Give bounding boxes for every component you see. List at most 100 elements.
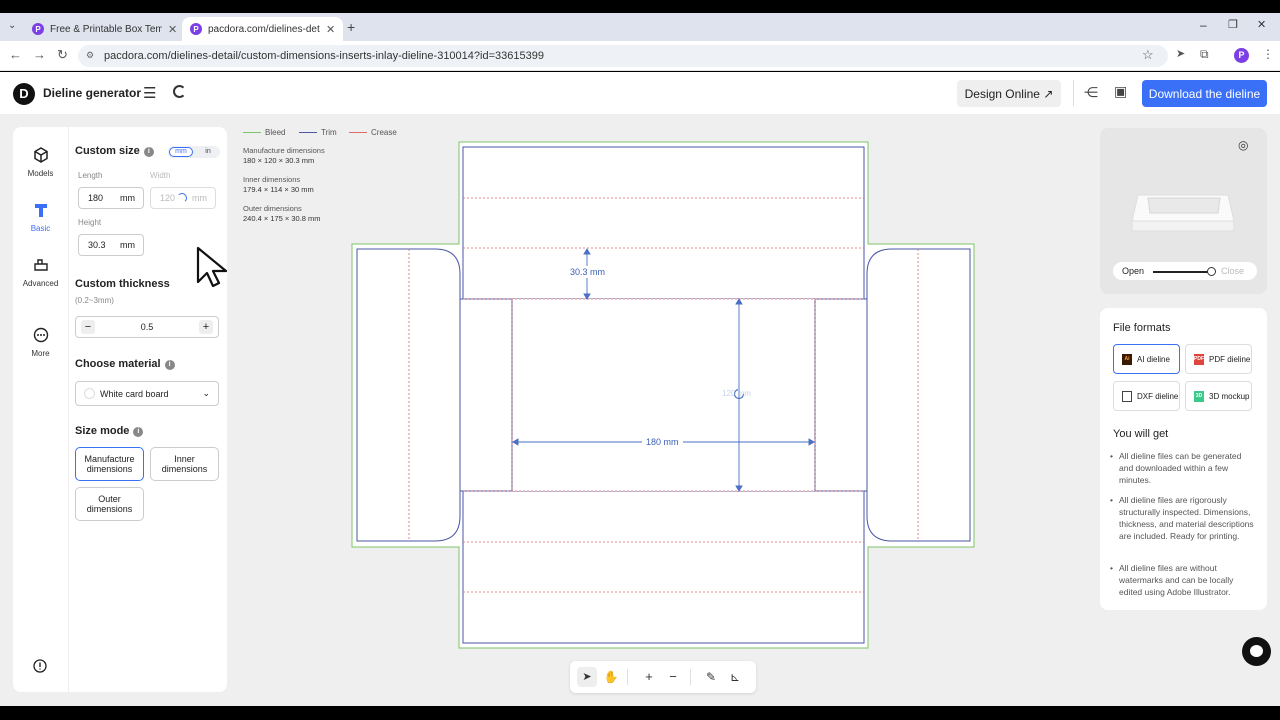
mode-manufacture-button[interactable]: Manufacture dimensions bbox=[75, 447, 144, 481]
tab-title: pacdora.com/dielines-detail/ bbox=[208, 23, 320, 35]
material-swatch bbox=[84, 388, 95, 399]
open-label: Open bbox=[1122, 266, 1145, 276]
material-select[interactable]: White card board ⌄ bbox=[75, 381, 219, 406]
share-icon[interactable]: ⋲ bbox=[1084, 84, 1098, 101]
thickness-range: (0.2~3mm) bbox=[75, 296, 114, 305]
ruler-icon bbox=[34, 204, 47, 217]
width-dimension-label: 120 mm bbox=[722, 389, 751, 398]
send-icon[interactable]: ➤ bbox=[1176, 47, 1185, 60]
close-tab-icon[interactable]: ✕ bbox=[168, 23, 177, 36]
app-header: D Dieline generator ☰ Design Online ↗ ⋲ … bbox=[0, 72, 1280, 114]
custom-size-heading: Custom size i bbox=[75, 145, 154, 157]
choose-material-heading: Choose material i bbox=[75, 358, 175, 370]
nav-item-basic[interactable]: Basic bbox=[13, 202, 68, 233]
unit-in-option[interactable]: in bbox=[198, 147, 218, 157]
width-input[interactable]: 120 mm bbox=[150, 187, 216, 209]
measure-icon[interactable]: ⊾ bbox=[725, 667, 745, 687]
length-label: Length bbox=[78, 171, 103, 180]
url-input[interactable]: ⚙ pacdora.com/dielines-detail/custom-dim… bbox=[78, 45, 1168, 67]
ai-dieline-button[interactable]: Ai AI dieline bbox=[1113, 344, 1180, 374]
left-nav: Models Basic Advanced More bbox=[13, 127, 68, 692]
archive-icon[interactable]: ▣ bbox=[1114, 83, 1127, 100]
forward-icon[interactable]: → bbox=[33, 47, 46, 62]
nav-item-models[interactable]: Models bbox=[13, 147, 68, 178]
tab-box-templates[interactable]: P Free & Printable Box Templat ✕ bbox=[24, 17, 185, 41]
toolbar-divider bbox=[627, 669, 628, 685]
browser-menu-icon[interactable]: ⋮ bbox=[1262, 47, 1274, 61]
thickness-value[interactable]: 0.5 bbox=[141, 322, 154, 332]
width-label: Width bbox=[150, 171, 171, 180]
url-text: pacdora.com/dielines-detail/custom-dimen… bbox=[104, 50, 544, 62]
nav-item-advanced[interactable]: Advanced bbox=[13, 257, 68, 288]
toolbar-divider bbox=[690, 669, 691, 685]
profile-avatar[interactable]: P bbox=[1234, 48, 1249, 63]
help-icon[interactable] bbox=[33, 659, 47, 673]
menu-icon[interactable]: ☰ bbox=[143, 84, 156, 102]
app: D Dieline generator ☰ Design Online ↗ ⋲ … bbox=[0, 72, 1280, 706]
nav-label: Advanced bbox=[22, 279, 59, 288]
3d-mockup-button[interactable]: 3D 3D mockup bbox=[1185, 381, 1252, 411]
open-close-slider[interactable]: Open Close bbox=[1113, 262, 1257, 280]
minimize-icon[interactable]: – bbox=[1200, 18, 1207, 32]
dieline-drawing bbox=[351, 141, 975, 649]
tab-list-chevron-icon[interactable]: ⌄ bbox=[8, 20, 16, 31]
select-tool-icon[interactable]: ➤ bbox=[577, 667, 597, 687]
benefit-item: All dieline files can be generated and d… bbox=[1110, 450, 1257, 486]
close-tab-icon[interactable]: ✕ bbox=[326, 23, 335, 36]
slider-track bbox=[1153, 271, 1211, 273]
new-tab-icon[interactable]: + bbox=[347, 19, 355, 35]
slider-thumb[interactable] bbox=[1207, 267, 1216, 276]
file-formats-heading: File formats bbox=[1113, 322, 1171, 334]
3d-view-icon[interactable]: ◎ bbox=[1238, 138, 1248, 152]
info-icon[interactable]: i bbox=[143, 147, 154, 157]
mode-inner-button[interactable]: Inner dimensions bbox=[150, 447, 219, 481]
back-icon[interactable]: ← bbox=[9, 47, 22, 62]
pacdora-favicon-icon: P bbox=[190, 23, 202, 35]
nav-label: More bbox=[31, 349, 50, 358]
dxf-dieline-button[interactable]: DXF dieline bbox=[1113, 381, 1180, 411]
browser-tab-bar: ⌄ P Free & Printable Box Templat ✕ P pac… bbox=[0, 13, 1280, 41]
design-online-button[interactable]: Design Online ↗ bbox=[957, 80, 1061, 107]
pdf-dieline-button[interactable]: PDF PDF dieline bbox=[1185, 344, 1252, 374]
header-divider bbox=[1073, 80, 1074, 106]
cube-icon bbox=[33, 147, 48, 163]
zoom-out-icon[interactable]: − bbox=[663, 667, 683, 687]
chat-button[interactable] bbox=[1242, 637, 1271, 666]
edit-pen-icon[interactable]: ✎ bbox=[701, 667, 721, 687]
dieline-canvas[interactable]: Bleed Trim Crease Manufacture dimensions… bbox=[230, 122, 1095, 704]
3d-preview[interactable]: ◎ Open Close bbox=[1100, 128, 1267, 294]
unit-toggle: mm in bbox=[168, 146, 220, 158]
pdf-icon: PDF bbox=[1194, 353, 1204, 365]
benefit-item: All dieline files are without watermarks… bbox=[1110, 562, 1257, 598]
thickness-plus-button[interactable]: + bbox=[199, 320, 213, 334]
info-icon[interactable]: i bbox=[164, 360, 175, 370]
address-bar: ← → ↻ ⚙ pacdora.com/dielines-detail/cust… bbox=[0, 41, 1280, 71]
download-dieline-button[interactable]: Download the dieline bbox=[1142, 80, 1267, 107]
dxf-icon bbox=[1122, 390, 1132, 402]
file-formats-panel: File formats Ai AI dieline PDF PDF dieline… bbox=[1100, 308, 1267, 610]
extensions-icon[interactable]: ⧉ bbox=[1200, 47, 1209, 62]
restore-icon[interactable]: ❐ bbox=[1228, 18, 1238, 31]
tab-title: Free & Printable Box Templat bbox=[50, 23, 162, 35]
bookmark-star-icon[interactable]: ☆ bbox=[1142, 47, 1154, 63]
unit-mm-option[interactable]: mm bbox=[169, 147, 193, 157]
site-info-icon[interactable]: ⚙ bbox=[86, 50, 94, 61]
close-window-icon[interactable]: ✕ bbox=[1257, 18, 1266, 31]
zoom-in-icon[interactable]: + bbox=[639, 667, 659, 687]
reload-icon[interactable]: ↻ bbox=[57, 47, 68, 63]
thickness-stepper[interactable]: − 0.5 + bbox=[75, 316, 219, 338]
height-dimension-label: 30.3 mm bbox=[567, 266, 609, 278]
nav-item-more[interactable]: More bbox=[13, 327, 68, 358]
custom-thickness-heading: Custom thickness bbox=[75, 278, 170, 290]
mouse-cursor-icon bbox=[196, 246, 228, 288]
ai-icon: Ai bbox=[1122, 353, 1132, 365]
mode-outer-button[interactable]: Outer dimensions bbox=[75, 487, 144, 521]
tab-dielines-detail[interactable]: P pacdora.com/dielines-detail/ ✕ bbox=[182, 17, 344, 41]
length-input[interactable]: 180 mm bbox=[78, 187, 144, 209]
canvas-toolbar: ➤ ✋ + − ✎ ⊾ bbox=[570, 661, 756, 693]
info-icon[interactable]: i bbox=[133, 427, 144, 437]
hand-tool-icon[interactable]: ✋ bbox=[601, 667, 621, 687]
logo-icon[interactable]: D bbox=[13, 83, 35, 105]
height-input[interactable]: 30.3 mm bbox=[78, 234, 144, 256]
thickness-minus-button[interactable]: − bbox=[81, 320, 95, 334]
